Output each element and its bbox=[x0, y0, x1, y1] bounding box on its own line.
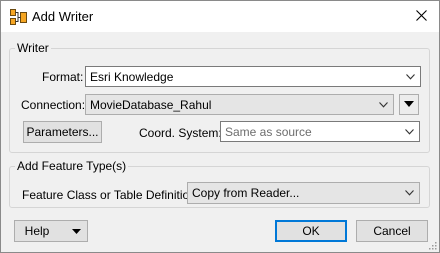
add-feature-types-legend: Add Feature Type(s) bbox=[17, 159, 127, 173]
chevron-down-icon bbox=[405, 190, 414, 196]
close-icon bbox=[416, 10, 427, 21]
help-button[interactable]: Help bbox=[14, 220, 88, 242]
feature-definition-value: Copy from Reader... bbox=[192, 186, 300, 200]
cancel-button[interactable]: Cancel bbox=[356, 220, 428, 242]
coord-system-combobox[interactable]: Same as source bbox=[220, 121, 420, 142]
help-button-label: Help bbox=[24, 224, 50, 238]
coord-system-value: Same as source bbox=[225, 125, 312, 139]
coord-system-label: Coord. System: bbox=[139, 126, 222, 140]
connection-value: MovieDatabase_Rahul bbox=[90, 98, 212, 112]
feature-definition-label: Feature Class or Table Definition: bbox=[22, 188, 200, 202]
window-title: Add Writer bbox=[32, 9, 94, 24]
close-button[interactable] bbox=[409, 4, 435, 28]
resize-grip-icon[interactable] bbox=[427, 240, 437, 250]
title-bar: Add Writer bbox=[1, 1, 439, 32]
format-combobox[interactable]: Esri Knowledge bbox=[85, 66, 421, 87]
triangle-down-icon bbox=[404, 101, 414, 107]
ok-button[interactable]: OK bbox=[275, 220, 347, 242]
chevron-down-icon bbox=[379, 102, 388, 108]
fme-workspace-icon bbox=[10, 9, 27, 25]
ok-button-label: OK bbox=[302, 224, 320, 238]
feature-definition-combobox[interactable]: Copy from Reader... bbox=[187, 182, 420, 204]
parameters-button[interactable]: Parameters... bbox=[23, 121, 102, 143]
writer-group-legend: Writer bbox=[17, 41, 49, 55]
format-value: Esri Knowledge bbox=[90, 70, 174, 84]
connection-label: Connection: bbox=[21, 98, 86, 112]
chevron-down-icon bbox=[405, 129, 414, 135]
connection-combobox[interactable]: MovieDatabase_Rahul bbox=[85, 94, 394, 115]
cancel-button-label: Cancel bbox=[373, 224, 411, 238]
triangle-down-icon bbox=[72, 229, 81, 234]
chevron-down-icon bbox=[406, 74, 415, 80]
parameters-button-label: Parameters... bbox=[26, 125, 99, 139]
add-writer-dialog: Add Writer Writer Format: Esri Knowledge… bbox=[0, 0, 440, 253]
format-label: Format: bbox=[42, 70, 84, 84]
connection-menu-button[interactable] bbox=[399, 94, 419, 115]
